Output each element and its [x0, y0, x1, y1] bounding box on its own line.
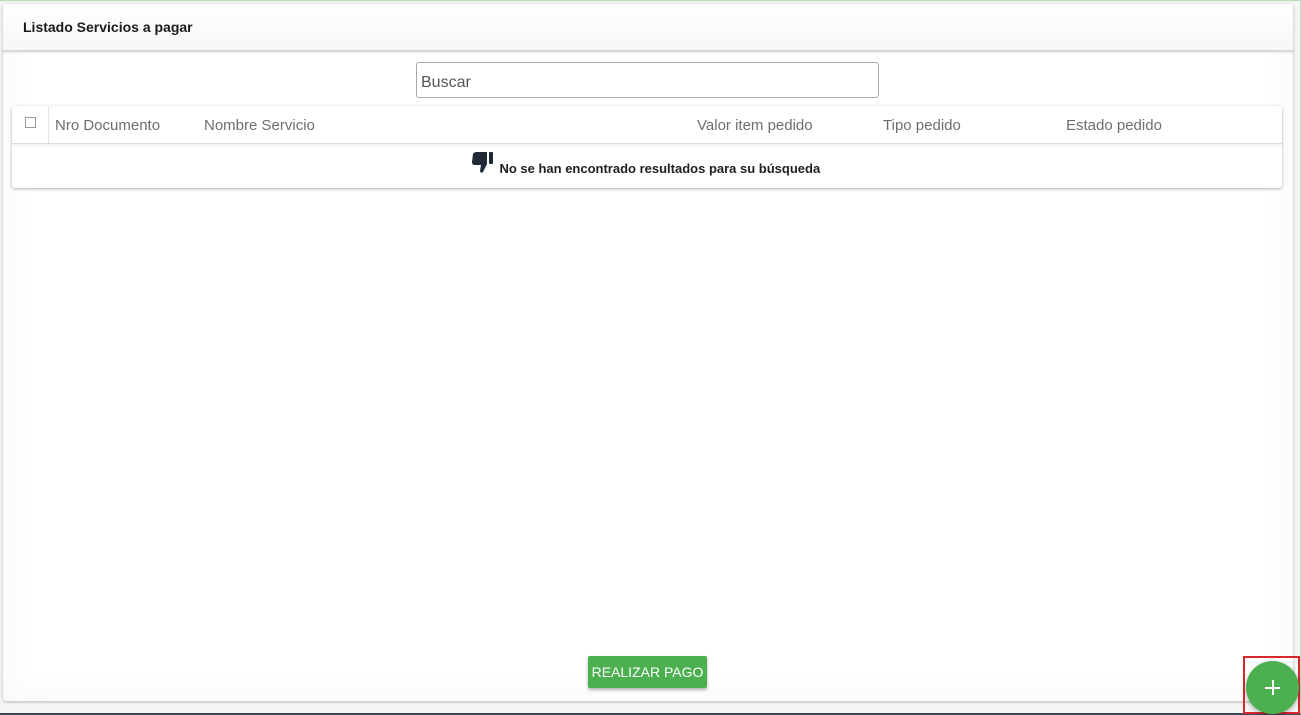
services-card: Listado Servicios a pagar Nro Documento …	[3, 4, 1293, 701]
column-header-nombre-servicio[interactable]: Nombre Servicio	[204, 117, 315, 134]
table-header: Nro Documento Nombre Servicio Valor item…	[12, 106, 1282, 144]
realizar-pago-button[interactable]: REALIZAR PAGO	[588, 656, 707, 688]
search-input[interactable]	[416, 62, 879, 98]
plus-icon	[1265, 680, 1280, 695]
column-header-nro-documento[interactable]: Nro Documento	[55, 117, 160, 134]
page-title: Listado Servicios a pagar	[23, 19, 193, 35]
column-header-estado-pedido[interactable]: Estado pedido	[1066, 117, 1162, 134]
add-button[interactable]	[1246, 661, 1299, 714]
card-header: Listado Servicios a pagar	[3, 4, 1293, 52]
select-all-checkbox[interactable]	[25, 117, 36, 128]
empty-results-message: No se han encontrado resultados para su …	[471, 152, 820, 176]
thumbs-down-icon	[471, 152, 495, 174]
empty-results-row: No se han encontrado resultados para su …	[12, 144, 1282, 188]
column-header-tipo-pedido[interactable]: Tipo pedido	[883, 117, 961, 134]
column-header-valor-item-pedido[interactable]: Valor item pedido	[697, 117, 813, 134]
app-window: Listado Servicios a pagar Nro Documento …	[0, 0, 1301, 715]
empty-results-text: No se han encontrado resultados para su …	[499, 161, 821, 176]
select-all-cell	[12, 106, 49, 143]
services-table: Nro Documento Nombre Servicio Valor item…	[12, 106, 1282, 188]
